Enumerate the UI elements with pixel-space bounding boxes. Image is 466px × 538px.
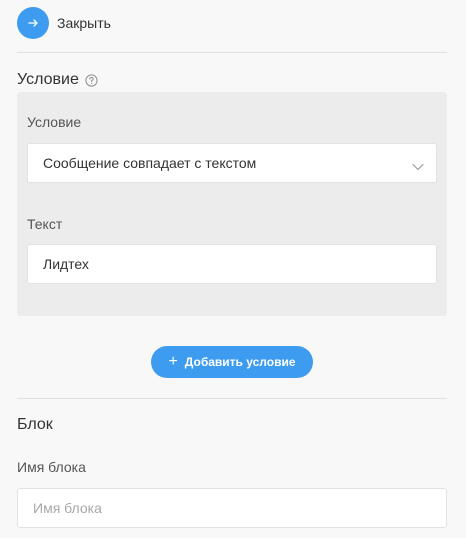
plus-icon: +	[168, 353, 178, 370]
sidebar-panel: Закрыть Условие Условие Сообщение совпад…	[0, 0, 466, 538]
close-button[interactable]: Закрыть	[17, 7, 111, 39]
chevron-down-icon	[412, 158, 424, 174]
condition-title-text: Условие	[17, 71, 79, 88]
condition-type-select[interactable]: Сообщение совпадает с текстом	[27, 143, 437, 183]
condition-type-label: Условие	[27, 114, 82, 130]
block-name-input[interactable]	[17, 488, 447, 528]
condition-panel: Условие Сообщение совпадает с текстом Те…	[17, 92, 447, 316]
block-name-label: Имя блока	[17, 459, 86, 475]
text-label: Текст	[27, 216, 63, 232]
divider	[17, 398, 447, 399]
arrow-right-icon[interactable]	[17, 7, 49, 39]
question-circle-icon[interactable]	[85, 73, 98, 87]
condition-section-title: Условие	[17, 71, 98, 89]
add-condition-button[interactable]: + Добавить условие	[151, 346, 313, 378]
condition-text-input[interactable]	[27, 244, 437, 284]
add-condition-label: Добавить условие	[184, 355, 296, 369]
block-section-title: Блок	[17, 416, 53, 434]
block-title-text: Блок	[17, 416, 53, 433]
close-label[interactable]: Закрыть	[57, 15, 111, 31]
divider	[17, 52, 447, 53]
condition-type-value: Сообщение совпадает с текстом	[43, 155, 257, 171]
